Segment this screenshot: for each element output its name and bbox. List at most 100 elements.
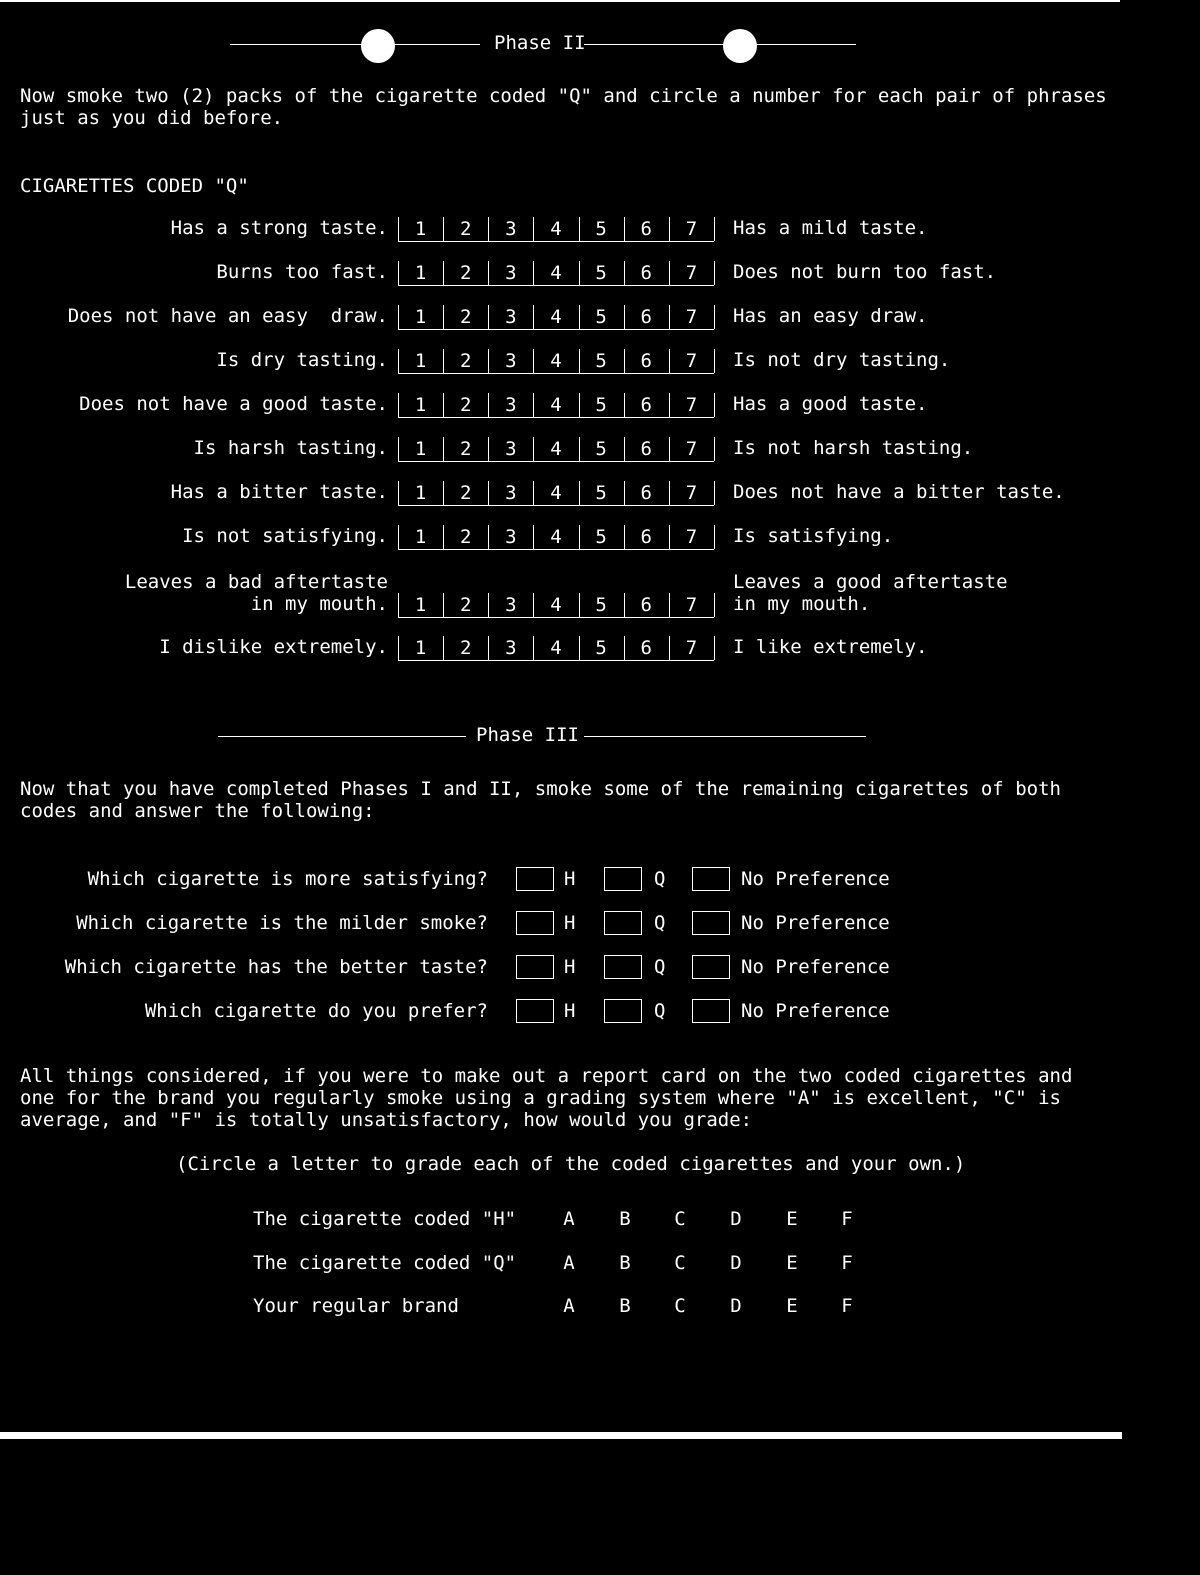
scale-option-3[interactable]: 3 xyxy=(488,636,533,660)
checkbox-h[interactable] xyxy=(516,999,554,1023)
scale-option-4[interactable]: 4 xyxy=(533,261,578,285)
grade-option-d[interactable]: D xyxy=(726,1252,746,1274)
scale-option-2[interactable]: 2 xyxy=(443,393,488,417)
grade-option-d[interactable]: D xyxy=(726,1295,746,1317)
scale-option-6[interactable]: 6 xyxy=(624,349,669,373)
grade-option-e[interactable]: E xyxy=(782,1252,802,1274)
grade-option-f[interactable]: F xyxy=(837,1208,857,1230)
scale-option-7[interactable]: 7 xyxy=(669,217,714,241)
checkbox-q[interactable] xyxy=(604,955,642,979)
scale-option-1[interactable]: 1 xyxy=(398,481,443,505)
scale-option-3[interactable]: 3 xyxy=(488,525,533,549)
scale-option-4[interactable]: 4 xyxy=(533,349,578,373)
scale-option-5[interactable]: 5 xyxy=(579,525,624,549)
scale-option-1[interactable]: 1 xyxy=(398,349,443,373)
scale-option-1[interactable]: 1 xyxy=(398,636,443,660)
scale-option-1[interactable]: 1 xyxy=(398,393,443,417)
scale-option-4[interactable]: 4 xyxy=(533,636,578,660)
grade-option-c[interactable]: C xyxy=(670,1295,690,1317)
scale-option-3[interactable]: 3 xyxy=(488,217,533,241)
scale-option-6[interactable]: 6 xyxy=(624,593,669,617)
scale-option-2[interactable]: 2 xyxy=(443,481,488,505)
scale-option-1[interactable]: 1 xyxy=(398,305,443,329)
scale-option-2[interactable]: 2 xyxy=(443,636,488,660)
scale-option-3[interactable]: 3 xyxy=(488,481,533,505)
scale-option-5[interactable]: 5 xyxy=(579,217,624,241)
scale-option-7[interactable]: 7 xyxy=(669,393,714,417)
scale-option-2[interactable]: 2 xyxy=(443,261,488,285)
scale-option-2[interactable]: 2 xyxy=(443,525,488,549)
scale-option-5[interactable]: 5 xyxy=(579,437,624,461)
scale-option-1[interactable]: 1 xyxy=(398,525,443,549)
scale-option-4[interactable]: 4 xyxy=(533,393,578,417)
grade-option-a[interactable]: A xyxy=(559,1208,579,1230)
scale-option-3[interactable]: 3 xyxy=(488,593,533,617)
scale-option-3[interactable]: 3 xyxy=(488,261,533,285)
scale-option-2[interactable]: 2 xyxy=(443,593,488,617)
scale-option-5[interactable]: 5 xyxy=(579,481,624,505)
scale-option-7[interactable]: 7 xyxy=(669,636,714,660)
scale-option-6[interactable]: 6 xyxy=(624,393,669,417)
grade-option-c[interactable]: C xyxy=(670,1208,690,1230)
scale-option-5[interactable]: 5 xyxy=(579,393,624,417)
grade-option-e[interactable]: E xyxy=(782,1208,802,1230)
grade-option-d[interactable]: D xyxy=(726,1208,746,1230)
checkbox-h[interactable] xyxy=(516,911,554,935)
checkbox-no-preference[interactable] xyxy=(692,867,730,891)
checkbox-no-preference[interactable] xyxy=(692,955,730,979)
scale-option-7[interactable]: 7 xyxy=(669,305,714,329)
grade-option-f[interactable]: F xyxy=(837,1252,857,1274)
grade-option-b[interactable]: B xyxy=(615,1208,635,1230)
scale-option-4[interactable]: 4 xyxy=(533,305,578,329)
scale-option-7[interactable]: 7 xyxy=(669,481,714,505)
scale-option-4[interactable]: 4 xyxy=(533,481,578,505)
scale-option-4[interactable]: 4 xyxy=(533,217,578,241)
scale-option-6[interactable]: 6 xyxy=(624,636,669,660)
scale-option-1[interactable]: 1 xyxy=(398,217,443,241)
scale-option-6[interactable]: 6 xyxy=(624,261,669,285)
checkbox-h[interactable] xyxy=(516,867,554,891)
scale-option-6[interactable]: 6 xyxy=(624,217,669,241)
scale-option-4[interactable]: 4 xyxy=(533,437,578,461)
scale-option-5[interactable]: 5 xyxy=(579,349,624,373)
scale-option-1[interactable]: 1 xyxy=(398,593,443,617)
checkbox-h[interactable] xyxy=(516,955,554,979)
scale-option-6[interactable]: 6 xyxy=(624,525,669,549)
grade-option-b[interactable]: B xyxy=(615,1295,635,1317)
scale-option-6[interactable]: 6 xyxy=(624,437,669,461)
checkbox-q[interactable] xyxy=(604,911,642,935)
checkbox-no-preference[interactable] xyxy=(692,911,730,935)
scale-option-5[interactable]: 5 xyxy=(579,305,624,329)
scale-option-2[interactable]: 2 xyxy=(443,305,488,329)
scale-option-2[interactable]: 2 xyxy=(443,437,488,461)
scale-option-6[interactable]: 6 xyxy=(624,305,669,329)
scale-option-5[interactable]: 5 xyxy=(579,593,624,617)
grade-option-f[interactable]: F xyxy=(837,1295,857,1317)
scale-option-7[interactable]: 7 xyxy=(669,525,714,549)
scale-option-5[interactable]: 5 xyxy=(579,636,624,660)
grade-option-a[interactable]: A xyxy=(559,1295,579,1317)
scale-option-3[interactable]: 3 xyxy=(488,349,533,373)
grade-option-a[interactable]: A xyxy=(559,1252,579,1274)
scale-option-7[interactable]: 7 xyxy=(669,437,714,461)
scale-option-3[interactable]: 3 xyxy=(488,393,533,417)
checkbox-q[interactable] xyxy=(604,999,642,1023)
grade-option-b[interactable]: B xyxy=(615,1252,635,1274)
scale-option-3[interactable]: 3 xyxy=(488,437,533,461)
scale-option-4[interactable]: 4 xyxy=(533,525,578,549)
grade-option-e[interactable]: E xyxy=(782,1295,802,1317)
scale-option-6[interactable]: 6 xyxy=(624,481,669,505)
scale-option-2[interactable]: 2 xyxy=(443,217,488,241)
checkbox-no-preference[interactable] xyxy=(692,999,730,1023)
scale-option-7[interactable]: 7 xyxy=(669,593,714,617)
grade-option-c[interactable]: C xyxy=(670,1252,690,1274)
checkbox-q[interactable] xyxy=(604,867,642,891)
scale-option-7[interactable]: 7 xyxy=(669,349,714,373)
scale-option-1[interactable]: 1 xyxy=(398,261,443,285)
scale-option-7[interactable]: 7 xyxy=(669,261,714,285)
scale-option-1[interactable]: 1 xyxy=(398,437,443,461)
scale-option-5[interactable]: 5 xyxy=(579,261,624,285)
scale-option-2[interactable]: 2 xyxy=(443,349,488,373)
scale-option-4[interactable]: 4 xyxy=(533,593,578,617)
scale-option-3[interactable]: 3 xyxy=(488,305,533,329)
